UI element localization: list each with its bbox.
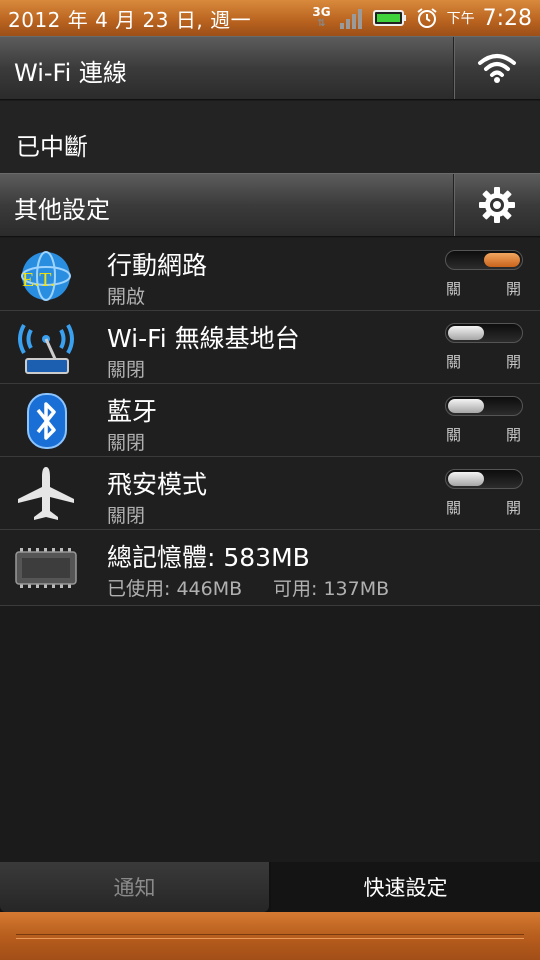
toggle-knob [484,253,520,267]
wifi-hotspot-row[interactable]: Wi-Fi 無線基地台 關閉 關 開 [0,311,540,384]
wifi-hotspot-toggle[interactable] [445,323,523,343]
toggle-off-label: 關 [446,426,462,444]
memory-used-label: 已使用: 446MB [107,578,243,600]
memory-total-label: 總記憶體: 583MB [107,543,310,572]
gear-icon [479,187,515,223]
toggle-on-label: 開 [506,426,522,444]
wifi-status-row[interactable]: 已中斷 [0,101,540,173]
tab-notifications[interactable]: 通知 [0,862,269,912]
other-settings-header: 其他設定 [0,173,540,237]
status-bar: 2012 年 4 月 23 日, 週一 3G ⇅ 下午 7:28 [0,0,540,36]
bluetooth-label: 藍牙 [107,397,158,426]
wifi-settings-button[interactable] [453,37,540,99]
memory-chip-icon [15,548,77,588]
network-type-icon: 3G ⇅ [312,6,330,30]
mobile-network-toggle[interactable] [445,250,523,270]
bottom-tabs: 通知 快速設定 [0,862,540,912]
wifi-hotspot-label: Wi-Fi 無線基地台 [107,324,300,353]
signal-icon [339,9,362,29]
network-type-label: 3G [312,5,331,19]
bluetooth-status: 關閉 [107,432,146,454]
battery-icon [372,10,406,26]
other-settings-title: 其他設定 [14,196,110,224]
mobile-network-status: 開啟 [107,286,146,308]
toggle-on-label: 開 [506,353,522,371]
status-date: 2012 年 4 月 23 日, 週一 [8,7,252,32]
status-icons: 3G ⇅ 下午 7:28 [312,6,532,31]
toggle-off-label: 關 [446,353,462,371]
et-globe-icon: E.T. [21,251,71,301]
panel-drag-handle[interactable] [0,912,540,960]
bluetooth-toggle[interactable] [445,396,523,416]
toggle-off-label: 關 [446,280,462,298]
toggle-knob [448,326,484,340]
status-time: 7:28 [482,5,532,31]
status-ampm: 下午 [446,11,475,27]
bluetooth-icon [27,393,67,449]
toggle-off-label: 關 [446,499,462,517]
airplane-mode-toggle[interactable] [445,469,523,489]
handle-line [16,934,524,935]
wifi-header: Wi-Fi 連線 [0,36,540,100]
settings-button[interactable] [453,174,540,236]
airplane-mode-row[interactable]: 飛安模式 關閉 關 開 [0,457,540,530]
memory-row[interactable]: 總記憶體: 583MB 已使用: 446MB 可用: 137MB [0,530,540,606]
wifi-status-text: 已中斷 [16,133,88,161]
toggle-on-label: 開 [506,499,522,517]
bluetooth-row[interactable]: 藍牙 關閉 關 開 [0,384,540,457]
toggle-knob [448,399,484,413]
et-icon-text: E.T. [22,269,55,291]
handle-line [16,938,524,939]
wifi-title: Wi-Fi 連線 [14,59,127,87]
data-arrows-icon: ⇅ [317,18,326,29]
toggle-on-label: 開 [506,280,522,298]
toggle-knob [448,472,484,486]
airplane-mode-label: 飛安模式 [107,470,208,499]
mobile-network-row[interactable]: E.T. 行動網路 開啟 關 開 [0,238,540,311]
airplane-mode-status: 關閉 [107,505,146,527]
wifi-hotspot-status: 關閉 [107,359,146,381]
memory-free-label: 可用: 137MB [273,578,390,600]
alarm-clock-icon [416,8,437,28]
hotspot-icon [18,324,74,374]
airplane-icon [18,467,74,520]
tab-quick-settings[interactable]: 快速設定 [271,862,540,912]
wifi-icon [478,54,516,83]
mobile-network-label: 行動網路 [107,251,208,280]
